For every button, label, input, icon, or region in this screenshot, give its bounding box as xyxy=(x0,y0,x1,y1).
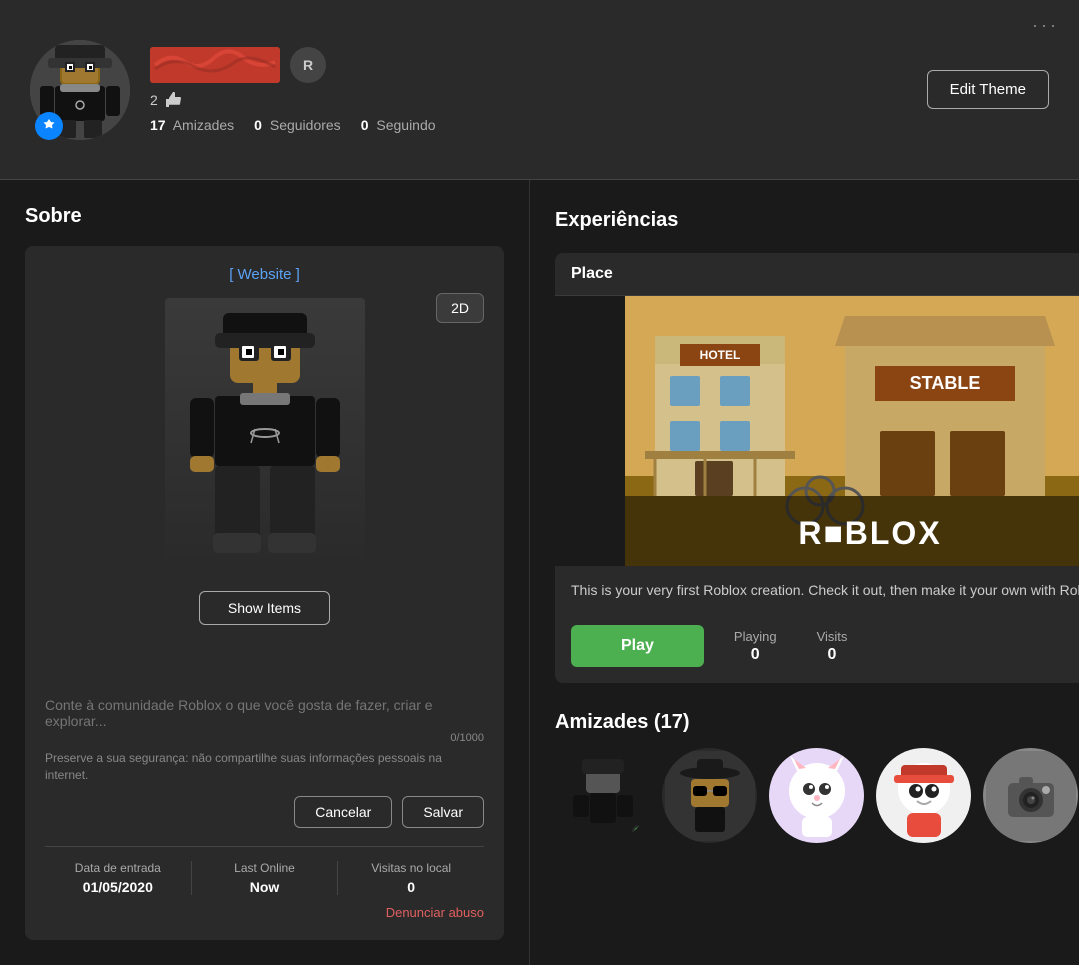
stat-friends: 17 Amizades xyxy=(150,117,234,133)
friend-avatar[interactable] xyxy=(983,748,1078,843)
bio-textarea[interactable] xyxy=(45,647,484,732)
last-online-stat: Last Online Now xyxy=(192,861,339,895)
svg-text:STABLE: STABLE xyxy=(910,373,981,393)
playing-meta: Playing 0 xyxy=(734,629,777,664)
likes-row: 2 xyxy=(150,91,436,109)
play-button[interactable]: Play xyxy=(571,625,704,667)
safety-notice: Preserve a sua segurança: não compartilh… xyxy=(45,750,484,784)
friend-item xyxy=(555,748,650,859)
visits-label: Visitas no local xyxy=(338,861,484,875)
friend-avatar[interactable] xyxy=(876,748,971,843)
place-card: Place ··· HOTEL xyxy=(555,253,1079,683)
profile-banner: R 2 17 Amizades 0 Seguidores 0 xyxy=(0,0,1079,180)
visits-meta-value: 0 xyxy=(817,646,848,664)
stat-following: 0 Seguindo xyxy=(361,117,436,133)
svg-text:HOTEL: HOTEL xyxy=(700,348,741,362)
friends-header: Amizades (17) Ver todos → xyxy=(555,711,1079,734)
profile-left: R 2 17 Amizades 0 Seguidores 0 xyxy=(30,40,436,140)
friend-avatar[interactable] xyxy=(555,748,650,843)
playing-label: Playing xyxy=(734,629,777,644)
place-image-area: HOTEL STABLE xyxy=(555,296,1079,566)
friends-grid: Soul xyxy=(555,748,1079,859)
avatar-verified-badge xyxy=(35,112,63,140)
last-online-value: Now xyxy=(192,879,338,895)
visits-stat: Visitas no local 0 xyxy=(338,861,484,895)
friend-item xyxy=(876,748,971,859)
place-description: This is your very first Roblox creation.… xyxy=(555,566,1079,615)
header-more-options[interactable]: ··· xyxy=(1032,15,1059,36)
stats-row: 17 Amizades 0 Seguidores 0 Seguindo xyxy=(150,117,436,133)
friend-item xyxy=(769,748,864,859)
online-indicator xyxy=(632,825,646,839)
username-area: R xyxy=(150,47,436,83)
entry-date-stat: Data de entrada 01/05/2020 xyxy=(45,861,192,895)
place-scene-image: HOTEL STABLE xyxy=(555,296,1079,566)
avatar-container xyxy=(30,40,130,140)
avatar-3d-view xyxy=(165,298,365,568)
left-panel: Sobre [ Website ] xyxy=(0,180,530,965)
place-footer: Play Playing 0 Visits 0 xyxy=(555,615,1079,683)
report-abuse-link[interactable]: Denunciar abuso xyxy=(45,905,484,920)
friend-avatar[interactable] xyxy=(769,748,864,843)
website-link[interactable]: [ Website ] xyxy=(45,266,484,283)
place-title: Place xyxy=(571,265,613,283)
thumbs-up-icon xyxy=(164,91,182,109)
stat-followers: 0 Seguidores xyxy=(254,117,341,133)
place-meta: Playing 0 Visits 0 xyxy=(734,629,847,664)
toggle-2d-button[interactable]: 2D xyxy=(436,293,484,323)
sobre-title: Sobre xyxy=(25,205,504,228)
sobre-card: [ Website ] xyxy=(25,246,504,940)
friend-avatar[interactable] xyxy=(662,748,757,843)
last-online-label: Last Online xyxy=(192,861,338,875)
show-items-button[interactable]: Show Items xyxy=(199,591,330,625)
cancel-button[interactable]: Cancelar xyxy=(294,796,392,828)
action-buttons: Cancelar Salvar xyxy=(45,796,484,828)
entry-date-value: 01/05/2020 xyxy=(45,879,191,895)
edit-theme-button[interactable]: Edit Theme xyxy=(927,70,1049,109)
avatar-3d-container: 2D xyxy=(45,293,484,573)
profile-stats-table: Data de entrada 01/05/2020 Last Online N… xyxy=(45,846,484,895)
friends-title: Amizades (17) xyxy=(555,711,690,734)
visits-meta: Visits 0 xyxy=(817,629,848,664)
right-panel: Experiências xyxy=(530,180,1079,965)
username-tag-icon: R xyxy=(290,47,326,83)
playing-value: 0 xyxy=(734,646,777,664)
place-card-header: Place ··· xyxy=(555,253,1079,296)
friend-item xyxy=(983,748,1078,859)
friend-item xyxy=(662,748,757,859)
profile-info: R 2 17 Amizades 0 Seguidores 0 xyxy=(150,47,436,133)
svg-text:R■BLOX: R■BLOX xyxy=(798,515,941,551)
friends-section: Amizades (17) Ver todos → xyxy=(555,711,1079,859)
save-button[interactable]: Salvar xyxy=(402,796,484,828)
visits-value: 0 xyxy=(338,879,484,895)
username-scribble xyxy=(150,47,280,83)
main-content: Sobre [ Website ] xyxy=(0,180,1079,965)
experiences-title: Experiências xyxy=(555,209,678,232)
visits-meta-label: Visits xyxy=(817,629,848,644)
bio-char-count: 0/1000 xyxy=(450,732,484,744)
experiences-header: Experiências xyxy=(555,205,1079,235)
entry-date-label: Data de entrada xyxy=(45,861,191,875)
likes-count: 2 xyxy=(150,92,158,108)
